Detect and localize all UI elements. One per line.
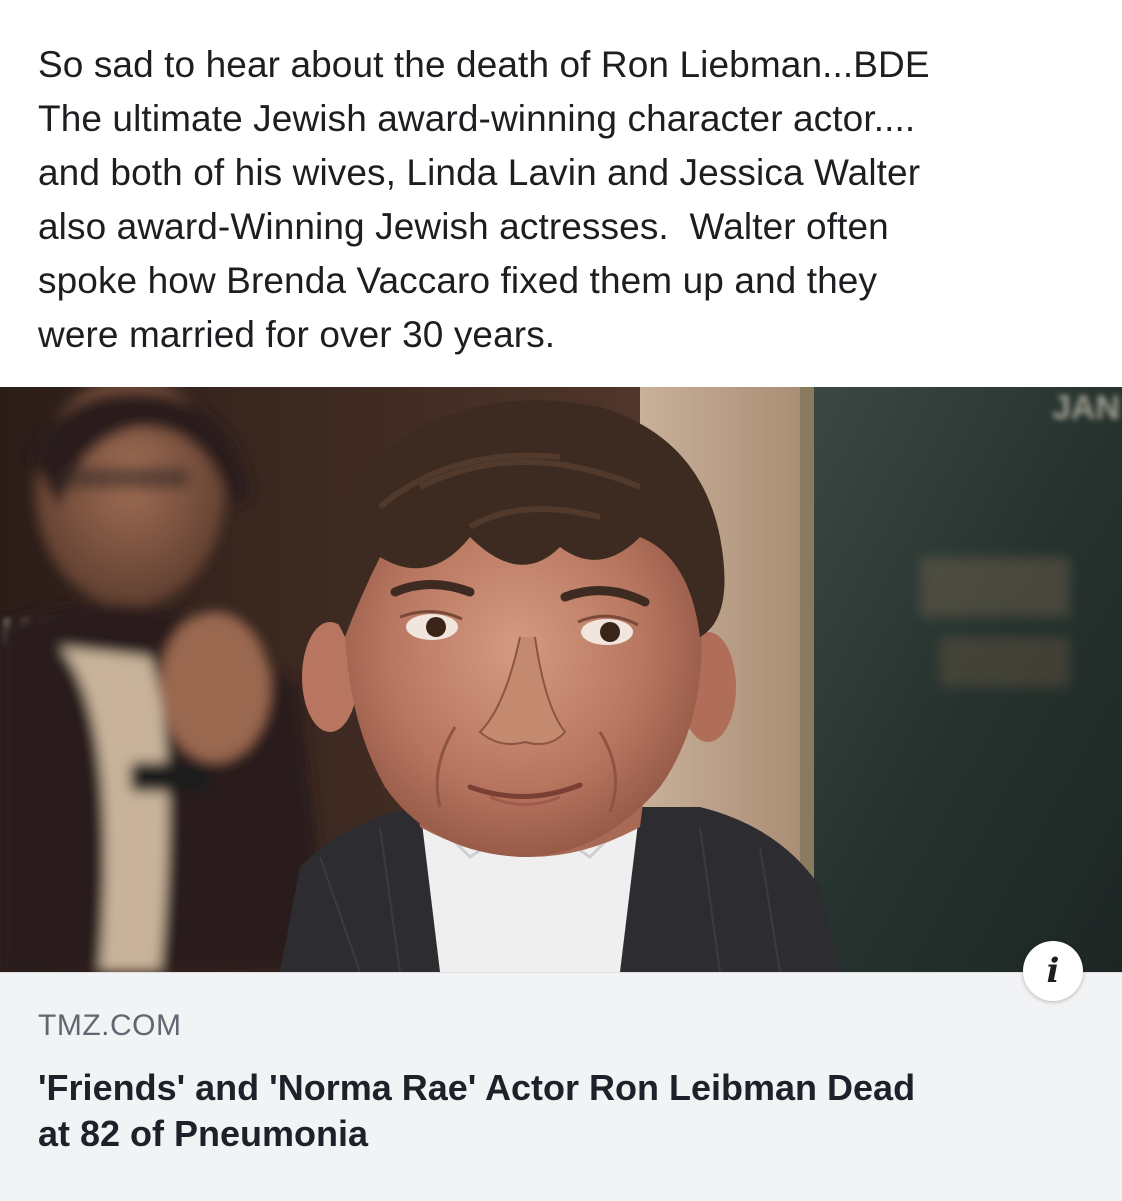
link-preview-card[interactable]: JAN IAL <box>0 387 1122 1201</box>
post-text-line: were married for over 30 years. <box>38 314 556 355</box>
article-photo[interactable]: JAN IAL <box>0 387 1122 972</box>
link-headline-line: at 82 of Pneumonia <box>38 1113 369 1154</box>
poster-text-jan: JAN <box>1052 389 1120 427</box>
info-button[interactable]: i <box>1023 941 1083 1001</box>
link-headline-line: 'Friends' and 'Norma Rae' Actor Ron Leib… <box>38 1067 916 1108</box>
post-text: So sad to hear about the death of Ron Li… <box>38 38 1098 362</box>
post-text-line: So sad to hear about the death of Ron Li… <box>38 44 930 85</box>
post-text-line: The ultimate Jewish award-winning charac… <box>38 98 916 139</box>
post-text-line: spoke how Brenda Vaccaro fixed them up a… <box>38 260 878 301</box>
link-headline[interactable]: 'Friends' and 'Norma Rae' Actor Ron Leib… <box>38 1065 1088 1157</box>
info-icon: i <box>1046 951 1060 991</box>
post-text-line: also award-Winning Jewish actresses. Wal… <box>38 206 889 247</box>
link-caption[interactable]: TMZ.COM 'Friends' and 'Norma Rae' Actor … <box>0 972 1122 1201</box>
link-source-domain: TMZ.COM <box>38 1009 182 1042</box>
post-text-line: and both of his wives, Linda Lavin and J… <box>38 152 921 193</box>
